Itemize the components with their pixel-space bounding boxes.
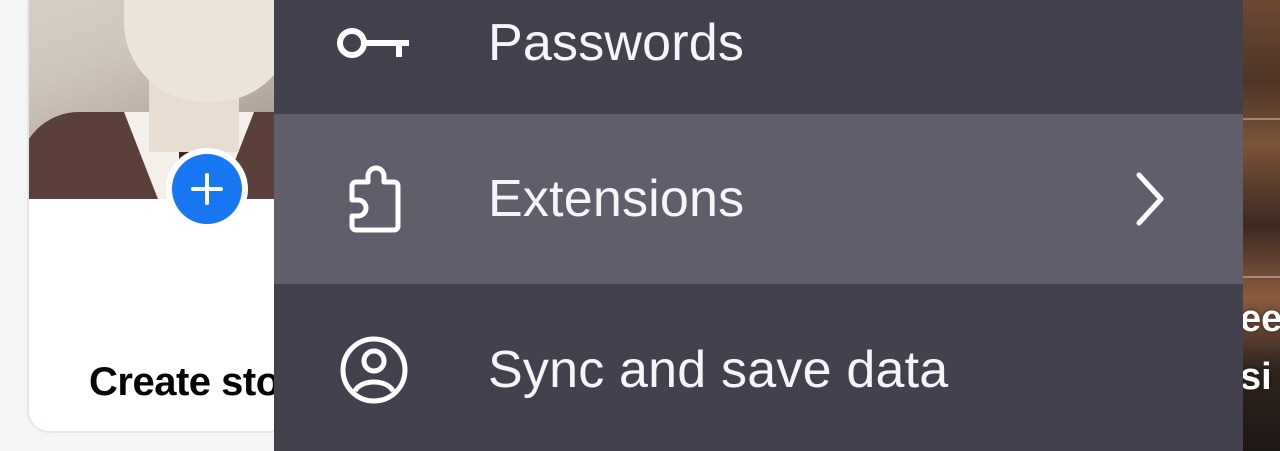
menu-item-extensions[interactable]: Extensions — [274, 114, 1243, 284]
add-story-button[interactable] — [166, 148, 248, 230]
chevron-right-icon — [1124, 164, 1174, 234]
key-icon — [336, 5, 412, 81]
puzzle-piece-icon — [336, 161, 412, 237]
menu-item-label: Sync and save data — [488, 341, 949, 399]
plus-icon — [172, 154, 242, 224]
browser-overflow-menu: Passwords Extensions Sync and save data — [274, 0, 1243, 451]
story-caption-line-1: ee — [1240, 298, 1280, 340]
screen: Create sto ee si Passwords Extensions Sy… — [0, 0, 1280, 451]
menu-item-label: Extensions — [488, 170, 745, 228]
story-caption-line-2: si — [1240, 356, 1272, 398]
create-story-label: Create sto — [89, 360, 280, 404]
menu-item-passwords[interactable]: Passwords — [274, 0, 1243, 114]
menu-item-label: Passwords — [488, 14, 745, 72]
account-circle-icon — [336, 332, 412, 408]
menu-item-sync-and-save-data[interactable]: Sync and save data — [274, 284, 1243, 451]
